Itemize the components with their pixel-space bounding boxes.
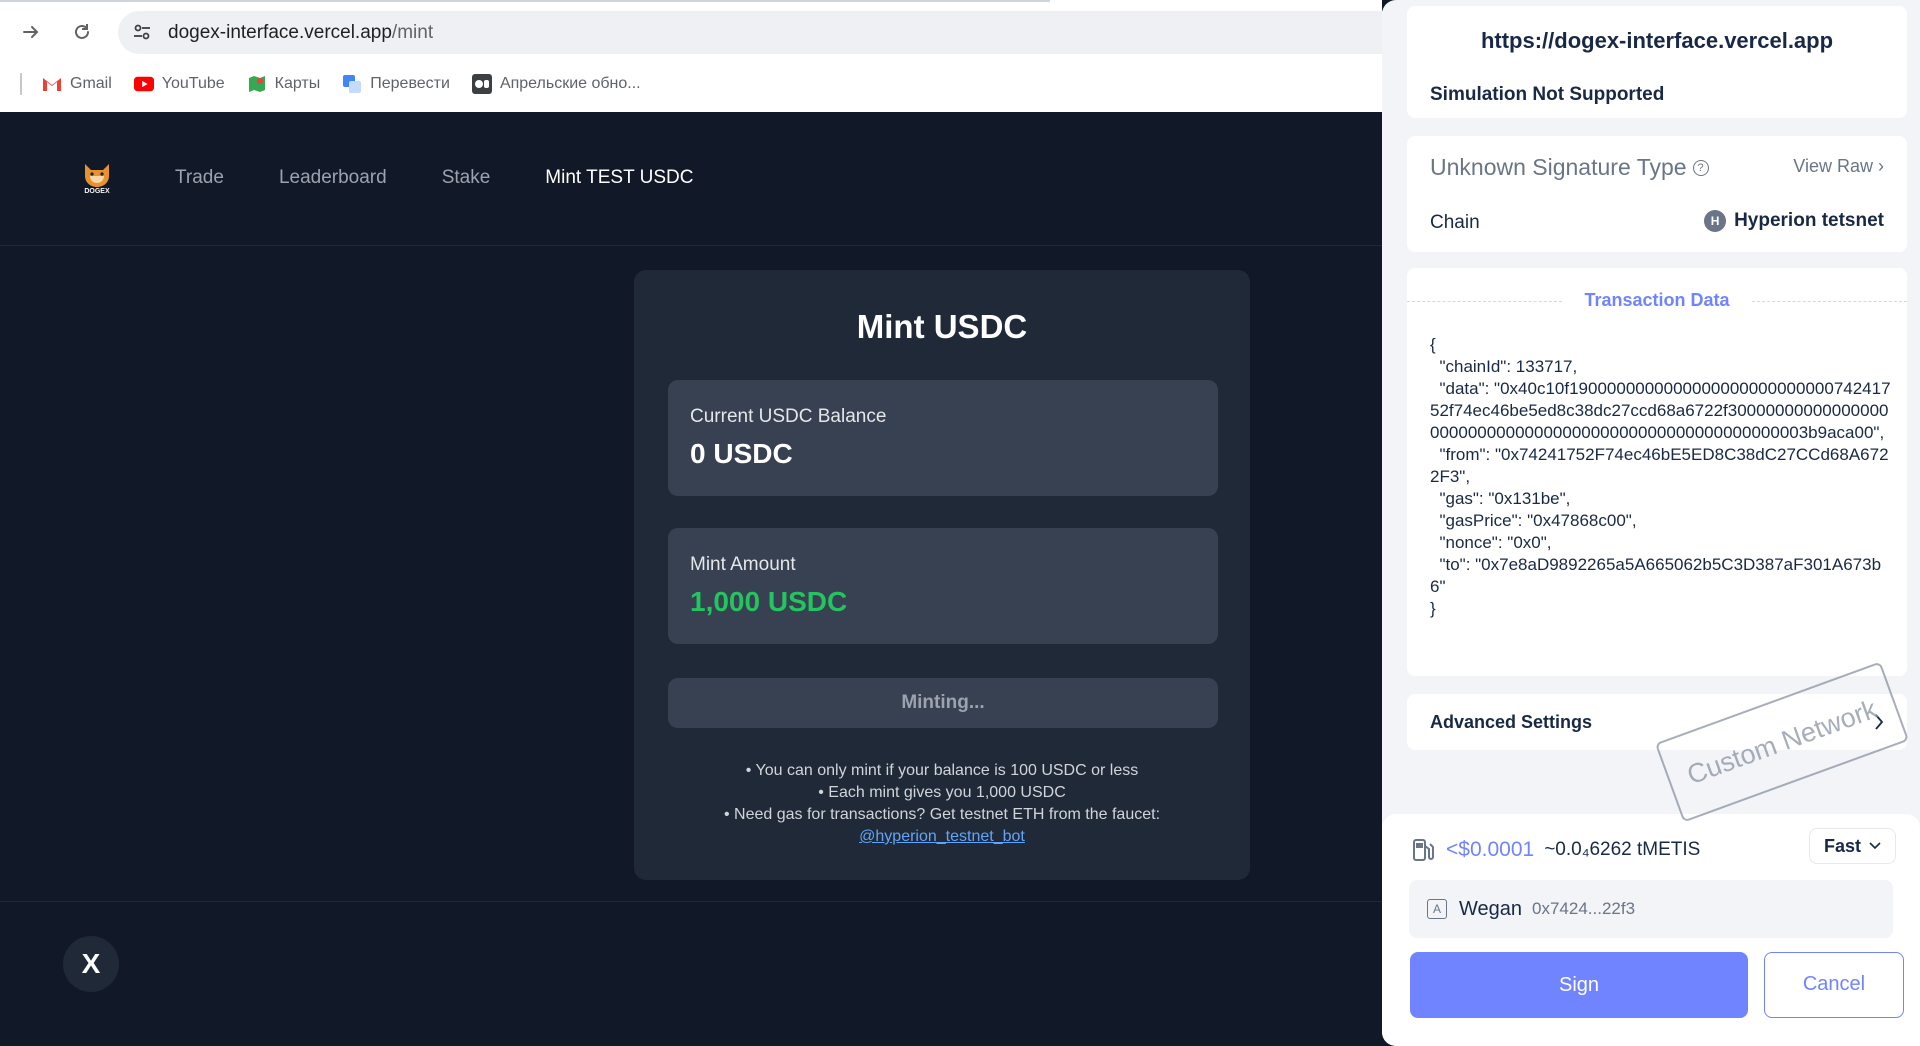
gas-speed-select[interactable]: Fast — [1808, 828, 1896, 864]
gas-native: ~0.0₄6262 tMETIS — [1544, 839, 1701, 860]
wallet-footer: <$0.0001 ~0.0₄6262 tMETIS Fast A Wegan 0… — [1382, 814, 1920, 1046]
bookmark-label: Карты — [274, 75, 321, 92]
mint-amount-label: Mint Amount — [690, 554, 796, 575]
simulation-status: Simulation Not Supported — [1430, 84, 1665, 105]
bookmarks-bar: Gmail YouTube Карты Перевести Апрельские… — [0, 69, 663, 99]
top-navigation: DOGEX Trade Leaderboard Stake Mint TEST … — [0, 112, 1382, 246]
mint-card: Mint USDC Current USDC Balance 0 USDC Mi… — [634, 270, 1250, 880]
mint-notes: • You can only mint if your balance is 1… — [634, 760, 1250, 848]
bookmark-maps[interactable]: Карты — [247, 74, 321, 94]
mint-amount-box: Mint Amount 1,000 USDC — [668, 528, 1218, 644]
bookmark-page-icon — [471, 74, 492, 94]
bookmarks-separator — [20, 73, 22, 95]
url-text: dogex-interface.vercel.app/mint — [168, 22, 434, 43]
chain-value: H Hyperion tetsnet — [1704, 210, 1884, 232]
divider-right — [1752, 301, 1907, 302]
mint-amount-value: 1,000 USDC — [690, 586, 848, 617]
translate-icon — [342, 74, 362, 94]
bookmark-label: Апрельские обно... — [499, 75, 641, 92]
address-bar[interactable]: dogex-interface.vercel.app/mint — [118, 11, 1388, 54]
note-line: • Each mint gives you 1,000 USDC — [818, 784, 1066, 801]
chain-name: Hyperion tetsnet — [1734, 210, 1884, 231]
page-load-progress — [0, 0, 1050, 2]
bookmark-translate[interactable]: Перевести — [342, 74, 450, 94]
transaction-json: { "chainId": 133717, "data": "0x40c10f19… — [1430, 335, 1891, 618]
chevron-down-icon — [1869, 842, 1881, 850]
signature-type-card: Unknown Signature Type ? View Raw › Chai… — [1407, 136, 1907, 252]
x-social-button[interactable]: X — [63, 936, 119, 992]
gmail-icon — [42, 74, 62, 94]
wallet-sign-panel: https://dogex-interface.vercel.app Simul… — [1382, 0, 1920, 1046]
account-name: Wegan — [1459, 897, 1523, 920]
account-row: A Wegan 0x7424...22f3 — [1409, 880, 1893, 938]
maps-icon — [247, 74, 267, 94]
signature-type-label: Unknown Signature Type — [1430, 154, 1687, 180]
origin-url: https://dogex-interface.vercel.app — [1480, 28, 1834, 53]
nav-mint-test-usdc[interactable]: Mint TEST USDC — [545, 167, 693, 189]
note-line: • You can only mint if your balance is 1… — [745, 762, 1139, 779]
bookmark-april-updates[interactable]: Апрельские обно... — [471, 74, 641, 94]
youtube-icon — [133, 74, 154, 94]
dapp-page: DOGEX Trade Leaderboard Stake Mint TEST … — [0, 112, 1382, 1046]
dogex-logo[interactable]: DOGEX — [80, 160, 114, 196]
bookmark-label: Gmail — [70, 75, 112, 92]
advanced-settings-label: Advanced Settings — [1430, 712, 1593, 732]
mint-button[interactable]: Minting... — [668, 678, 1218, 728]
account-address: 0x7424...22f3 — [1532, 899, 1636, 918]
balance-box: Current USDC Balance 0 USDC — [668, 380, 1218, 496]
gas-speed-value: Fast — [1823, 835, 1861, 856]
browser-chrome: dogex-interface.vercel.app/mint Gmail Yo… — [0, 0, 1388, 112]
chain-label: Chain — [1430, 212, 1480, 233]
view-raw-link[interactable]: View Raw › — [1793, 156, 1884, 177]
nav-stake[interactable]: Stake — [442, 167, 491, 189]
bookmark-youtube[interactable]: YouTube — [133, 74, 225, 94]
account-badge-icon: A — [1427, 899, 1447, 919]
bookmark-gmail[interactable]: Gmail — [42, 74, 112, 94]
signature-type: Unknown Signature Type ? — [1430, 154, 1709, 181]
transaction-data-card: Transaction Data { "chainId": 133717, "d… — [1407, 268, 1907, 676]
cancel-button[interactable]: Cancel — [1764, 952, 1904, 1018]
balance-value: 0 USDC — [690, 438, 793, 469]
note-line: • Need gas for transactions? Get testnet… — [723, 806, 1161, 823]
nav-links: Trade Leaderboard Stake Mint TEST USDC — [175, 167, 748, 189]
chevron-right-icon: › — [1878, 156, 1884, 176]
bookmark-label: Перевести — [370, 75, 450, 92]
site-settings-icon[interactable] — [132, 22, 152, 42]
origin-card: https://dogex-interface.vercel.app Simul… — [1407, 6, 1907, 118]
help-icon[interactable]: ? — [1692, 159, 1709, 176]
bookmark-label: YouTube — [161, 75, 225, 92]
reload-button[interactable] — [67, 17, 97, 47]
gas-fee: <$0.0001 ~0.0₄6262 tMETIS — [1412, 838, 1700, 862]
gas-pump-icon — [1413, 839, 1434, 861]
footer-divider — [0, 901, 1382, 902]
logo-text: DOGEX — [84, 188, 110, 195]
x-logo-icon: X — [81, 948, 101, 979]
sign-button[interactable]: Sign — [1410, 952, 1748, 1018]
nav-leaderboard[interactable]: Leaderboard — [279, 167, 387, 189]
mint-title: Mint USDC — [856, 308, 1028, 345]
forward-button[interactable] — [16, 17, 46, 47]
gas-usd: <$0.0001 — [1446, 838, 1535, 861]
nav-trade[interactable]: Trade — [175, 167, 224, 189]
balance-label: Current USDC Balance — [690, 406, 887, 427]
chain-icon: H — [1704, 210, 1727, 232]
arrow-right-icon — [23, 26, 39, 38]
faucet-link[interactable]: @hyperion_testnet_bot — [859, 828, 1025, 845]
reload-icon — [75, 24, 89, 39]
